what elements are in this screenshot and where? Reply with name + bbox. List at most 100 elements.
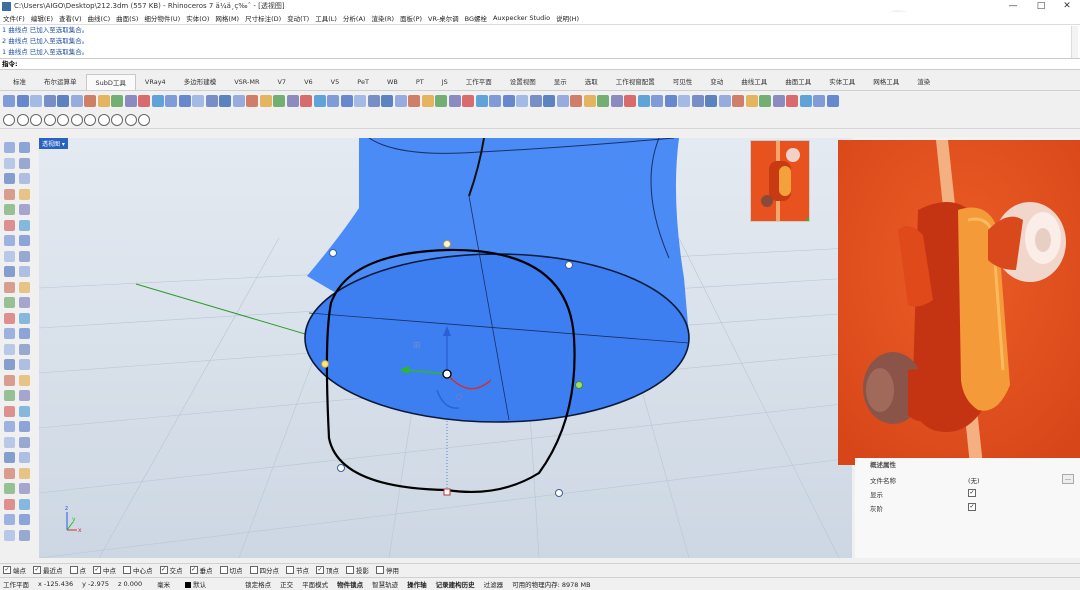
left-tool-icon[interactable] [4,529,15,541]
secondary-tool-icon[interactable] [138,113,150,126]
left-tool-icon[interactable] [4,452,15,463]
viewport-title[interactable]: 透视图 ▾ [39,138,68,149]
subd-tool-icon[interactable] [826,95,839,107]
toolbar-tab[interactable]: 工作视窗配置 [607,74,664,90]
toolbar-tab[interactable]: 设置视图 [501,74,545,90]
menu-item[interactable]: 尺寸标注(D) [245,13,281,23]
toolbar-tab[interactable]: 工作平面 [457,74,501,90]
osnap-option[interactable]: ✓ 垂点 [189,565,213,575]
left-tool-icon[interactable] [19,297,30,308]
toolbar-tab[interactable]: 标准 [4,74,35,90]
left-tool-icon[interactable] [19,529,30,541]
subd-tool-icon[interactable] [381,95,393,107]
left-tool-icon[interactable] [19,312,30,324]
left-tool-icon[interactable] [4,374,15,386]
left-tool-icon[interactable] [19,483,30,494]
left-tool-icon[interactable] [19,142,30,153]
subd-tool-icon[interactable] [138,95,150,107]
browse-button[interactable]: … [1062,474,1074,484]
secondary-tool-icon[interactable] [111,113,123,126]
toolbar-tab[interactable]: 曲面工具 [776,74,820,90]
left-tool-icon[interactable] [4,498,15,510]
secondary-tool-icon[interactable] [30,113,42,126]
minimize-icon[interactable]: — [998,0,1028,12]
osnap-checkbox[interactable]: ✓ [33,566,41,574]
subd-tool-icon[interactable] [637,95,650,107]
left-tool-icon[interactable] [4,312,15,324]
toolbar-tab[interactable]: 可见性 [664,74,702,90]
osnap-checkbox[interactable]: ✓ [93,566,101,574]
left-tool-icon[interactable] [4,188,15,200]
secondary-tool-icon[interactable] [97,113,110,126]
reference-thumbnail[interactable] [750,140,810,222]
left-tool-icon[interactable] [19,514,30,525]
toolbar-tab[interactable]: PT [407,74,433,90]
left-tool-icon[interactable] [4,467,15,479]
osnap-checkbox[interactable] [249,566,258,574]
left-tool-icon[interactable] [19,359,30,370]
menu-item[interactable]: 分析(A) [343,13,366,23]
left-tool-icon[interactable] [19,235,30,246]
subd-tool-icon[interactable] [475,95,488,107]
status-toggle[interactable]: 记录建构历史 [436,579,475,589]
left-tool-icon[interactable] [19,421,30,432]
toolbar-tab[interactable]: VRay4 [136,74,175,90]
subd-tool-icon[interactable] [165,95,177,107]
subd-tool-icon[interactable] [313,95,326,107]
subd-tool-icon[interactable] [273,95,285,107]
left-tool-icon[interactable] [19,188,30,200]
left-tool-icon[interactable] [4,219,15,231]
osnap-checkbox[interactable] [123,566,131,574]
subd-tool-icon[interactable] [394,95,407,107]
status-toggle[interactable]: 正交 [280,579,293,589]
left-tool-icon[interactable] [4,359,15,370]
left-tool-icon[interactable] [4,281,15,293]
subd-tool-icon[interactable] [124,95,137,107]
status-toggle[interactable]: 智慧轨迹 [372,579,398,589]
status-toggle[interactable]: 物件锁点 [337,579,363,589]
subd-tool-icon[interactable] [151,95,164,107]
left-tool-icon[interactable] [4,436,15,448]
left-tool-icon[interactable] [4,343,15,355]
grayscale-checkbox[interactable]: ✓ [968,503,976,511]
status-toggle[interactable]: 过滤器 [484,579,504,589]
subd-tool-icon[interactable] [624,95,636,107]
left-tool-icon[interactable] [19,250,30,262]
subd-tool-icon[interactable] [799,95,812,107]
left-tool-icon[interactable] [19,405,30,417]
left-tool-icon[interactable] [19,266,30,277]
left-tool-icon[interactable] [19,374,30,386]
subd-tool-icon[interactable] [3,95,15,107]
toolbar-tab[interactable]: 网格工具 [864,74,908,90]
subd-tool-icon[interactable] [448,95,461,107]
left-tool-icon[interactable] [19,343,30,355]
menu-item[interactable]: 变动(T) [287,13,309,23]
osnap-checkbox[interactable] [286,566,294,574]
subd-tool-icon[interactable] [772,95,785,107]
left-tool-icon[interactable] [4,142,15,153]
subd-tool-icon[interactable] [259,95,272,107]
subd-tool-icon[interactable] [732,95,744,107]
subd-tool-icon[interactable] [813,95,825,107]
left-tool-icon[interactable] [4,328,15,339]
menu-item[interactable]: 渲染(R) [371,13,394,23]
status-toggle[interactable]: 平面模式 [302,579,328,589]
show-checkbox[interactable]: ✓ [968,489,976,497]
toolbar-tab[interactable]: VSR-MR [225,74,268,90]
subd-tool-icon[interactable] [70,95,83,107]
left-tool-icon[interactable] [4,250,15,262]
left-tool-icon[interactable] [19,157,30,169]
subd-tool-icon[interactable] [529,95,542,107]
left-tool-icon[interactable] [19,498,30,510]
subd-tool-icon[interactable] [30,95,42,107]
subd-tool-icon[interactable] [192,95,204,107]
menu-item[interactable]: VR-桌尔调 [428,13,459,23]
perspective-viewport[interactable]: ⊞ z x y 透视图 ▾ [39,138,852,558]
menu-item[interactable]: BG螺栓 [465,13,487,23]
status-toggle[interactable]: 操作轴 [407,579,427,589]
osnap-checkbox[interactable]: ✓ [159,566,168,574]
left-tool-icon[interactable] [4,514,15,525]
left-tool-icon[interactable] [19,328,30,339]
subd-tool-icon[interactable] [745,95,758,107]
subd-tool-icon[interactable] [421,95,434,107]
